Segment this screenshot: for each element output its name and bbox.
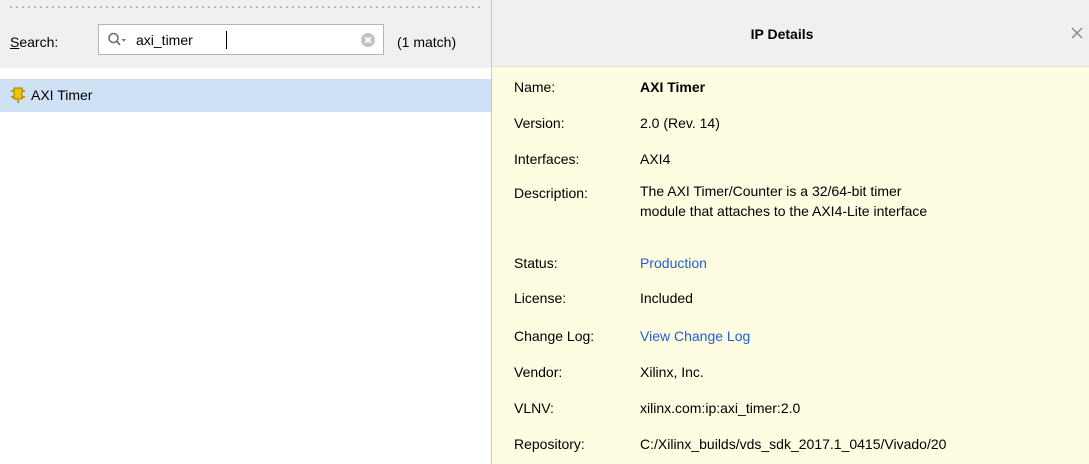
ip-details-title: IP Details — [750, 26, 814, 42]
detail-key-version: Version: — [514, 115, 565, 131]
ip-details-panel: IP Details Name: AXI Timer Version: 2.0 … — [492, 0, 1089, 464]
detail-key-status: Status: — [514, 255, 558, 271]
detail-value-vendor: Xilinx, Inc. — [640, 364, 704, 380]
search-label: Search: — [10, 34, 59, 50]
result-item-axi-timer[interactable]: AXI Timer — [0, 79, 491, 112]
panel-drag-handle[interactable] — [0, 0, 491, 14]
result-item-label: AXI Timer — [31, 87, 93, 103]
detail-value-status-link[interactable]: Production — [640, 255, 707, 271]
detail-value-description-line2: module that attaches to the AXI4-Lite in… — [640, 203, 928, 219]
detail-key-license: License: — [514, 290, 567, 306]
detail-value-vlnv: xilinx.com:ip:axi_timer:2.0 — [640, 400, 801, 416]
detail-key-name: Name: — [514, 79, 556, 95]
detail-key-interfaces: Interfaces: — [514, 151, 580, 167]
detail-value-repository: C:/Xilinx_builds/vds_sdk_2017.1_0415/Viv… — [640, 436, 947, 452]
clear-search-icon[interactable] — [360, 32, 376, 48]
detail-key-repository: Repository: — [514, 436, 585, 452]
detail-value-license: Included — [640, 290, 693, 306]
ip-catalog-panel: Search: (1 match) AXI Timer — [0, 0, 492, 464]
detail-value-description-line1: The AXI Timer/Counter is a 32/64-bit tim… — [640, 183, 902, 199]
view-change-log-link[interactable]: View Change Log — [640, 328, 750, 344]
grip-dots — [8, 6, 483, 8]
text-caret — [226, 31, 227, 49]
detail-value-interfaces: AXI4 — [640, 151, 671, 167]
ip-core-icon — [11, 87, 25, 103]
match-count: (1 match) — [397, 34, 457, 50]
search-bar: Search: (1 match) — [0, 14, 491, 68]
detail-value-name: AXI Timer — [640, 79, 706, 95]
search-input[interactable] — [136, 25, 336, 54]
detail-key-vendor: Vendor: — [514, 364, 563, 380]
close-icon[interactable] — [1069, 25, 1085, 41]
detail-key-vlnv: VLNV: — [514, 400, 554, 416]
search-icon[interactable] — [107, 31, 127, 49]
detail-value-version: 2.0 (Rev. 14) — [640, 115, 720, 131]
detail-key-change-log: Change Log: — [514, 328, 595, 344]
search-field[interactable] — [98, 24, 384, 55]
detail-key-description: Description: — [514, 185, 588, 201]
ip-details-header: IP Details — [492, 0, 1089, 67]
